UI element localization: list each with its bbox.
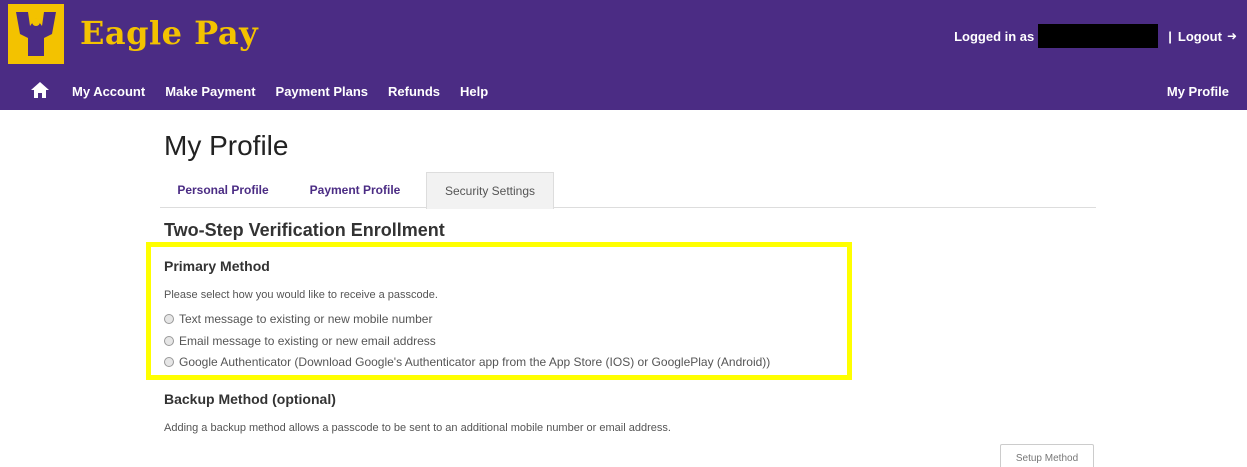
option-label: Google Authenticator (Download Google's … [179,355,771,369]
nav-items: My Account Make Payment Payment Plans Re… [72,84,508,99]
logout-arrow-icon: ➜ [1226,29,1237,43]
tab-payment-profile[interactable]: Payment Profile [294,172,416,208]
eagle-logo-icon[interactable] [8,4,64,64]
backup-method-title: Backup Method (optional) [164,391,336,407]
nav-help[interactable]: Help [460,84,488,99]
radio-button[interactable] [164,314,174,324]
site-header: Eagle Pay Logged in as | Logout ➜ My Acc… [0,0,1247,110]
brand-name[interactable]: Eagle Pay [80,14,258,52]
setup-method-button[interactable]: Setup Method [1000,444,1094,467]
nav-refunds[interactable]: Refunds [388,84,440,99]
option-text-message[interactable]: Text message to existing or new mobile n… [164,312,432,326]
tab-security-settings[interactable]: Security Settings [426,172,554,209]
nav-my-account[interactable]: My Account [72,84,145,99]
nav-my-profile[interactable]: My Profile [1167,84,1229,99]
option-email-message[interactable]: Email message to existing or new email a… [164,334,436,348]
logged-in-label: Logged in as [954,28,1035,44]
profile-tabs: Personal Profile Payment Profile Securit… [160,172,1096,209]
home-icon[interactable] [30,80,50,100]
tab-personal-profile[interactable]: Personal Profile [164,172,282,208]
nav-payment-plans[interactable]: Payment Plans [276,84,369,99]
nav-make-payment[interactable]: Make Payment [165,84,255,99]
backup-method-description: Adding a backup method allows a passcode… [164,422,671,434]
page-title: My Profile [164,130,289,161]
option-label: Email message to existing or new email a… [179,334,436,348]
primary-method-title: Primary Method [164,258,270,274]
login-status: Logged in as | Logout ➜ [954,24,1237,48]
option-label: Text message to existing or new mobile n… [179,312,433,326]
radio-button[interactable] [164,336,174,346]
logout-link[interactable]: Logout ➜ [1172,29,1237,44]
redacted-username [1038,24,1159,48]
primary-method-prompt: Please select how you would like to rece… [164,289,438,301]
option-google-authenticator[interactable]: Google Authenticator (Download Google's … [164,355,770,369]
main-nav: My Account Make Payment Payment Plans Re… [0,78,1247,106]
radio-button[interactable] [164,357,174,367]
enrollment-title: Two-Step Verification Enrollment [164,220,445,240]
logout-label: Logout [1177,28,1222,44]
brand-bar: Eagle Pay Logged in as | Logout ➜ [0,0,1247,70]
